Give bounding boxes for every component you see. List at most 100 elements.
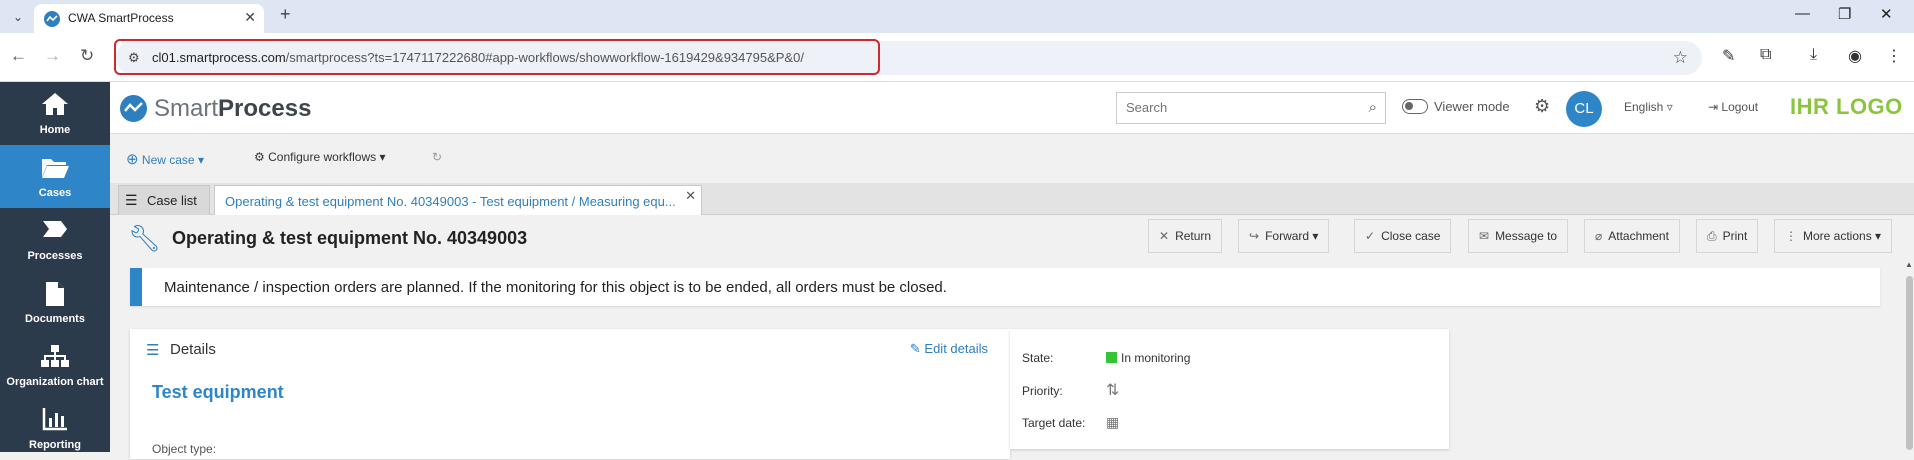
align-left-icon: ☰ <box>146 342 160 359</box>
more-actions-button[interactable]: ⋮ More actions ▾ <box>1774 219 1893 253</box>
address-bar-row: ← → ↻ ⚙ cl01.smartprocess.com/smartproce… <box>0 33 1914 82</box>
case-content: 🔧︎ Operating & test equipment No. 403490… <box>110 215 1904 459</box>
attachment-button[interactable]: ⌀ Attachment <box>1584 219 1680 253</box>
viewer-mode-label: Viewer mode <box>1434 99 1510 114</box>
calendar-icon[interactable]: ▦ <box>1106 414 1119 431</box>
forward-button[interactable]: ↪ Forward ▾ <box>1238 219 1330 253</box>
priority-label: Priority: <box>1022 384 1063 398</box>
tab-search-icon[interactable]: ⌄ <box>8 7 28 27</box>
extensions-icon[interactable]: ⧉ <box>1760 46 1771 64</box>
sidebar-item-label: Organization chart <box>6 376 104 388</box>
sidebar-item-label: Home <box>39 124 71 136</box>
notice-text: Maintenance / inspection orders are plan… <box>164 279 947 296</box>
close-case-button[interactable]: ✓ Close case <box>1354 219 1452 253</box>
favicon-icon <box>44 11 60 27</box>
scroll-up-icon[interactable]: ▲ <box>1905 260 1913 269</box>
sidebar-item-label: Reporting <box>29 439 81 451</box>
eyedropper-icon[interactable]: ✎ <box>1722 46 1735 66</box>
object-title: Test equipment <box>152 382 284 402</box>
bookmark-star-icon[interactable]: ☆ <box>1673 48 1688 68</box>
check-icon: ✓ <box>1365 229 1376 243</box>
download-icon[interactable]: ⤓ <box>1810 46 1817 64</box>
pencil-icon: ✎ <box>909 341 921 356</box>
wrench-icon: 🔧︎ <box>128 223 162 253</box>
sidebar-item-documents[interactable]: Documents <box>0 271 110 334</box>
app-header: SmartProcess ⌕ Viewer mode ⚙ CL English … <box>110 82 1914 134</box>
sidebar-item-label: Cases <box>38 187 72 199</box>
tab-title: CWA SmartProcess <box>68 11 174 25</box>
details-card: ☰ Details ✎ Edit details Test equipment … <box>130 329 1010 459</box>
message-to-button[interactable]: ✉ Message to <box>1468 219 1569 253</box>
caret-down-icon: ▾ <box>379 150 386 164</box>
back-icon[interactable]: ← <box>10 46 27 66</box>
browser-menu-icon[interactable]: ⋮ <box>1886 46 1902 66</box>
gear-icon[interactable]: ⚙ <box>1534 96 1550 117</box>
new-tab-button[interactable]: + <box>280 4 291 25</box>
caret-down-icon: ▾ <box>1312 229 1319 243</box>
app-logo-text[interactable]: SmartProcess <box>154 95 311 123</box>
reload-icon[interactable]: ↻ <box>80 46 94 66</box>
close-tab-icon[interactable]: ✕ <box>685 188 696 204</box>
new-case-button[interactable]: ⊕ New case ▾ <box>126 150 204 168</box>
org-chart-icon <box>0 344 110 374</box>
refresh-icon[interactable]: ↻ <box>432 150 442 164</box>
print-button[interactable]: ⎙ Print <box>1696 219 1759 253</box>
case-tabs: ☰ Case list Operating & test equipment N… <box>110 183 1914 216</box>
object-type-label: Object type: <box>152 442 217 456</box>
scroll-thumb[interactable] <box>1906 276 1913 450</box>
logout-icon: ⇥ <box>1708 100 1719 114</box>
brand-logo: IHR LOGO <box>1790 94 1903 119</box>
configure-workflows-button[interactable]: ⚙ Configure workflows ▾ <box>254 150 386 164</box>
sort-arrows-icon[interactable]: ⇅ <box>1106 380 1119 400</box>
tab-active-case[interactable]: Operating & test equipment No. 40349003 … <box>214 185 702 216</box>
url-highlight-box <box>114 39 880 75</box>
sidebar-item-organization-chart[interactable]: Organization chart <box>0 334 110 397</box>
search-input[interactable] <box>1126 100 1346 115</box>
sidebar-item-processes[interactable]: Processes <box>0 208 110 271</box>
tab-close-icon[interactable]: ✕ <box>244 9 256 26</box>
sidebar: Home Cases Processes Documents Organizat… <box>0 82 110 452</box>
edit-details-link[interactable]: ✎ Edit details <box>910 341 988 357</box>
profile-icon[interactable]: ◉ <box>1848 46 1862 66</box>
restore-icon[interactable]: ❐ <box>1838 5 1851 23</box>
sidebar-item-label: Processes <box>27 250 83 262</box>
viewer-mode-toggle[interactable] <box>1402 99 1428 114</box>
language-select[interactable]: English ▿ <box>1624 100 1673 114</box>
forward-arrow-icon: ↪ <box>1249 229 1260 243</box>
caret-down-icon: ▾ <box>197 153 204 167</box>
browser-tab-bar: ⌄ CWA SmartProcess ✕ + — ❐ ✕ <box>0 0 1914 33</box>
status-card: State: In monitoring Priority: ⇅ Target … <box>1010 329 1449 449</box>
smartprocess-logo-icon <box>120 95 147 122</box>
tab-case-list[interactable]: ☰ Case list <box>118 185 210 215</box>
paperclip-icon: ⌀ <box>1595 229 1603 243</box>
chart-icon <box>0 407 110 437</box>
settings-icon: ⚙ <box>254 150 265 164</box>
process-icon <box>0 218 110 246</box>
close-window-icon[interactable]: ✕ <box>1880 5 1893 23</box>
info-notice: Maintenance / inspection orders are plan… <box>130 268 1880 306</box>
target-date-label: Target date: <box>1022 416 1086 430</box>
browser-tab[interactable]: CWA SmartProcess ✕ <box>34 4 264 33</box>
envelope-icon: ✉ <box>1479 229 1490 243</box>
list-icon: ☰ <box>125 192 138 208</box>
search-box[interactable]: ⌕ <box>1116 92 1386 124</box>
caret-down-icon: ▾ <box>1875 229 1882 243</box>
toolbar: ⊕ New case ▾ ⚙ Configure workflows ▾ ↻ <box>110 135 1914 183</box>
sidebar-item-label: Documents <box>25 313 85 325</box>
minimize-icon[interactable]: — <box>1795 5 1810 22</box>
status-badge: In monitoring <box>1106 351 1190 365</box>
forward-nav-icon[interactable]: → <box>44 46 61 66</box>
search-icon[interactable]: ⌕ <box>1369 99 1377 116</box>
logout-button[interactable]: ⇥ Logout <box>1708 100 1758 114</box>
avatar[interactable]: CL <box>1566 91 1602 127</box>
sidebar-item-cases[interactable]: Cases <box>0 145 110 208</box>
status-dot <box>1106 352 1117 363</box>
sidebar-item-home[interactable]: Home <box>0 82 110 145</box>
page-title: Operating & test equipment No. 40349003 <box>172 228 528 248</box>
document-icon <box>0 281 110 313</box>
return-button[interactable]: ✕ Return <box>1148 219 1223 253</box>
close-icon: ✕ <box>1159 229 1170 243</box>
scrollbar[interactable]: ▲ <box>1904 258 1914 452</box>
printer-icon: ⎙ <box>1707 229 1717 243</box>
sidebar-item-reporting[interactable]: Reporting <box>0 397 110 460</box>
